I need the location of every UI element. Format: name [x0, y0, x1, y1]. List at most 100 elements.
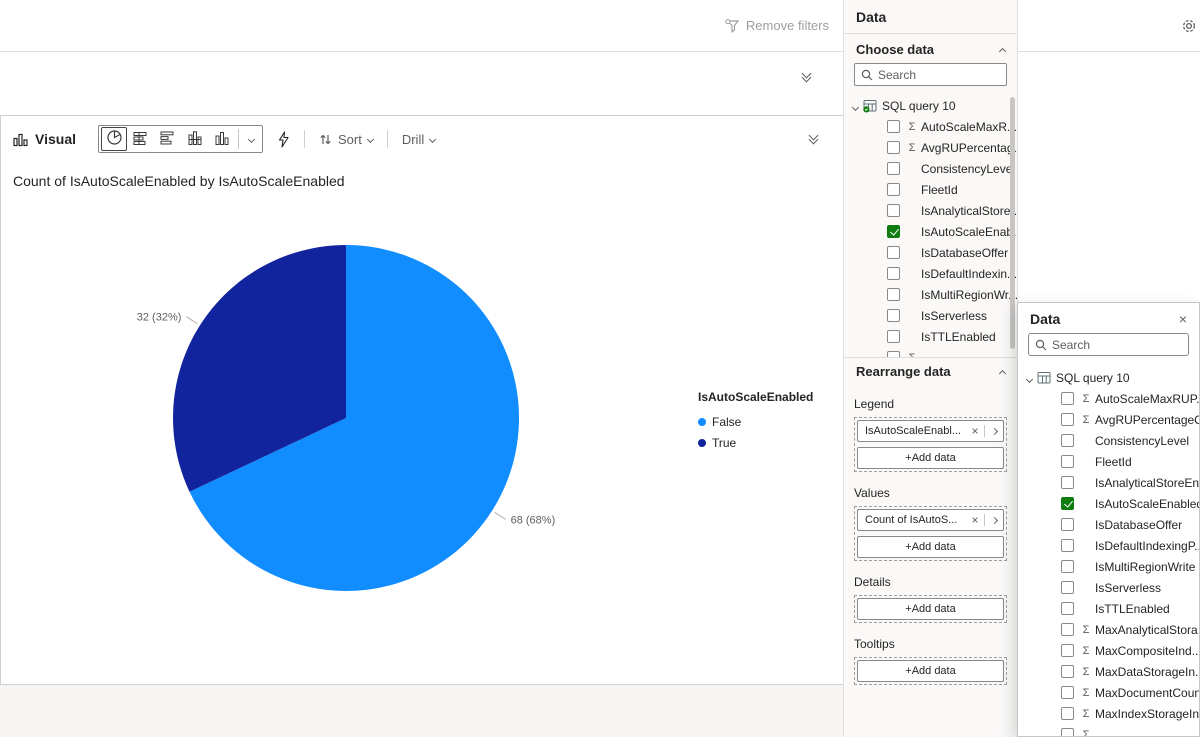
field-row[interactable]: IsDatabaseOffer — [1018, 514, 1199, 535]
chart-type-clustered-column-chart-button[interactable] — [209, 127, 235, 151]
field-checkbox[interactable] — [887, 288, 900, 301]
field-row[interactable]: ΣMaxDocumentCount — [1018, 682, 1199, 703]
field-row[interactable]: IsAutoScaleEnabled — [1018, 493, 1199, 514]
field-checkbox-checked[interactable] — [1061, 497, 1074, 510]
field-row[interactable]: IsMultiRegionWr... — [844, 284, 1017, 305]
field-checkbox[interactable] — [887, 120, 900, 133]
stacked-bar-chart-icon — [133, 130, 149, 149]
chevron-up-icon[interactable] — [999, 48, 1006, 55]
field-checkbox[interactable] — [1061, 560, 1074, 573]
field-row[interactable]: ΣMaxIndexStorageIn... — [1018, 703, 1199, 724]
field-row[interactable]: IsAutoScaleEnab... — [844, 221, 1017, 242]
field-checkbox[interactable] — [887, 309, 900, 322]
field-checkbox[interactable] — [887, 162, 900, 175]
field-checkbox[interactable] — [1061, 728, 1074, 737]
chart-type-pie-chart-button[interactable] — [101, 127, 127, 151]
collapse-section-chevron-icon[interactable] — [803, 73, 810, 81]
expand-caret-icon[interactable] — [853, 99, 858, 113]
field-row[interactable]: ΣAvgRUPercentag... — [844, 137, 1017, 158]
field-checkbox[interactable] — [887, 246, 900, 259]
field-row[interactable]: ΣMaxDataStorageIn... — [1018, 661, 1199, 682]
auto-create-button[interactable] — [277, 131, 290, 148]
add-data-button[interactable]: +Add data — [857, 536, 1004, 558]
sort-dropdown[interactable]: Sort — [319, 132, 373, 147]
field-row[interactable]: ConsistencyLevel — [1018, 430, 1199, 451]
field-checkbox[interactable] — [1061, 686, 1074, 699]
drill-dropdown[interactable]: Drill — [402, 132, 435, 147]
field-row[interactable]: IsMultiRegionWrite — [1018, 556, 1199, 577]
field-row[interactable]: FleetId — [1018, 451, 1199, 472]
chip-remove-icon[interactable]: × — [966, 513, 984, 527]
field-checkbox[interactable] — [887, 267, 900, 280]
scrollbar[interactable] — [1010, 97, 1015, 349]
field-row[interactable]: IsServerless — [844, 305, 1017, 326]
choose-data-header[interactable]: Choose data — [844, 34, 1017, 63]
settings-gear-icon[interactable] — [1181, 18, 1197, 34]
legend-item-true[interactable]: True — [698, 432, 813, 453]
field-checkbox[interactable] — [1061, 434, 1074, 447]
chip-remove-icon[interactable]: × — [966, 424, 984, 438]
field-row[interactable]: FleetId — [844, 179, 1017, 200]
field-checkbox[interactable] — [1061, 392, 1074, 405]
field-checkbox[interactable] — [1061, 413, 1074, 426]
rearrange-data-header[interactable]: Rearrange data — [844, 357, 1017, 383]
field-checkbox[interactable] — [887, 351, 900, 357]
search-input[interactable] — [1052, 338, 1182, 352]
field-row[interactable]: IsTTLEnabled — [1018, 598, 1199, 619]
field-row[interactable]: IsTTLEnabled — [844, 326, 1017, 347]
add-data-button[interactable]: +Add data — [857, 660, 1004, 682]
field-checkbox[interactable] — [1061, 518, 1074, 531]
tree-root-row[interactable]: SQL query 10 — [844, 95, 1017, 116]
chip-expand-icon[interactable] — [985, 518, 1003, 523]
field-checkbox[interactable] — [887, 204, 900, 217]
field-row[interactable]: IsDefaultIndexingP... — [1018, 535, 1199, 556]
remove-filters-button[interactable]: Remove filters — [725, 18, 829, 33]
field-chip[interactable]: IsAutoScaleEnabl...× — [857, 420, 1004, 442]
field-row[interactable]: IsDatabaseOffer — [844, 242, 1017, 263]
field-label: IsDefaultIndexingP... — [1095, 539, 1199, 553]
search-input[interactable] — [878, 68, 1000, 82]
chip-expand-icon[interactable] — [985, 429, 1003, 434]
field-checkbox[interactable] — [1061, 455, 1074, 468]
field-row[interactable]: IsAnalyticalStoreEn... — [1018, 472, 1199, 493]
right-header — [1017, 0, 1200, 52]
field-row[interactable]: ΣAutoScaleMaxR... — [844, 116, 1017, 137]
chart-type-clustered-bar-chart-button[interactable] — [155, 127, 181, 151]
expand-caret-icon[interactable] — [1027, 371, 1032, 385]
chart-type-dropdown[interactable] — [242, 137, 260, 142]
field-row[interactable]: ΣAutoScaleMaxRUP... — [1018, 388, 1199, 409]
field-row[interactable]: Σ — [844, 347, 1017, 357]
visual-panel: Visual Sort Drill — [0, 115, 844, 685]
field-label: MaxDocumentCount — [1095, 686, 1199, 700]
field-checkbox[interactable] — [1061, 644, 1074, 657]
field-checkbox[interactable] — [1061, 581, 1074, 594]
field-checkbox[interactable] — [1061, 623, 1074, 636]
chevron-up-icon[interactable] — [999, 370, 1006, 377]
field-checkbox[interactable] — [887, 183, 900, 196]
collapse-visual-chevron-icon[interactable] — [810, 135, 817, 143]
field-row[interactable]: IsAnalyticalStore... — [844, 200, 1017, 221]
field-checkbox[interactable] — [1061, 665, 1074, 678]
close-icon[interactable]: × — [1179, 312, 1187, 326]
chart-type-stacked-bar-chart-button[interactable] — [128, 127, 154, 151]
legend-item-false[interactable]: False — [698, 411, 813, 432]
add-data-button[interactable]: +Add data — [857, 447, 1004, 469]
field-checkbox[interactable] — [1061, 476, 1074, 489]
field-row[interactable]: IsDefaultIndexin... — [844, 263, 1017, 284]
field-checkbox[interactable] — [1061, 707, 1074, 720]
field-row[interactable]: Σ — [1018, 724, 1199, 737]
add-data-button[interactable]: +Add data — [857, 598, 1004, 620]
field-checkbox[interactable] — [1061, 539, 1074, 552]
chart-type-stacked-column-chart-button[interactable] — [182, 127, 208, 151]
field-row[interactable]: ΣAvgRUPercentageC... — [1018, 409, 1199, 430]
field-checkbox[interactable] — [1061, 602, 1074, 615]
field-row[interactable]: IsServerless — [1018, 577, 1199, 598]
field-chip[interactable]: Count of IsAutoS...× — [857, 509, 1004, 531]
tree-root-row[interactable]: SQL query 10 — [1018, 367, 1199, 388]
field-row[interactable]: ConsistencyLevel — [844, 158, 1017, 179]
field-checkbox-checked[interactable] — [887, 225, 900, 238]
field-checkbox[interactable] — [887, 141, 900, 154]
field-checkbox[interactable] — [887, 330, 900, 343]
field-row[interactable]: ΣMaxAnalyticalStora... — [1018, 619, 1199, 640]
field-row[interactable]: ΣMaxCompositeInd... — [1018, 640, 1199, 661]
